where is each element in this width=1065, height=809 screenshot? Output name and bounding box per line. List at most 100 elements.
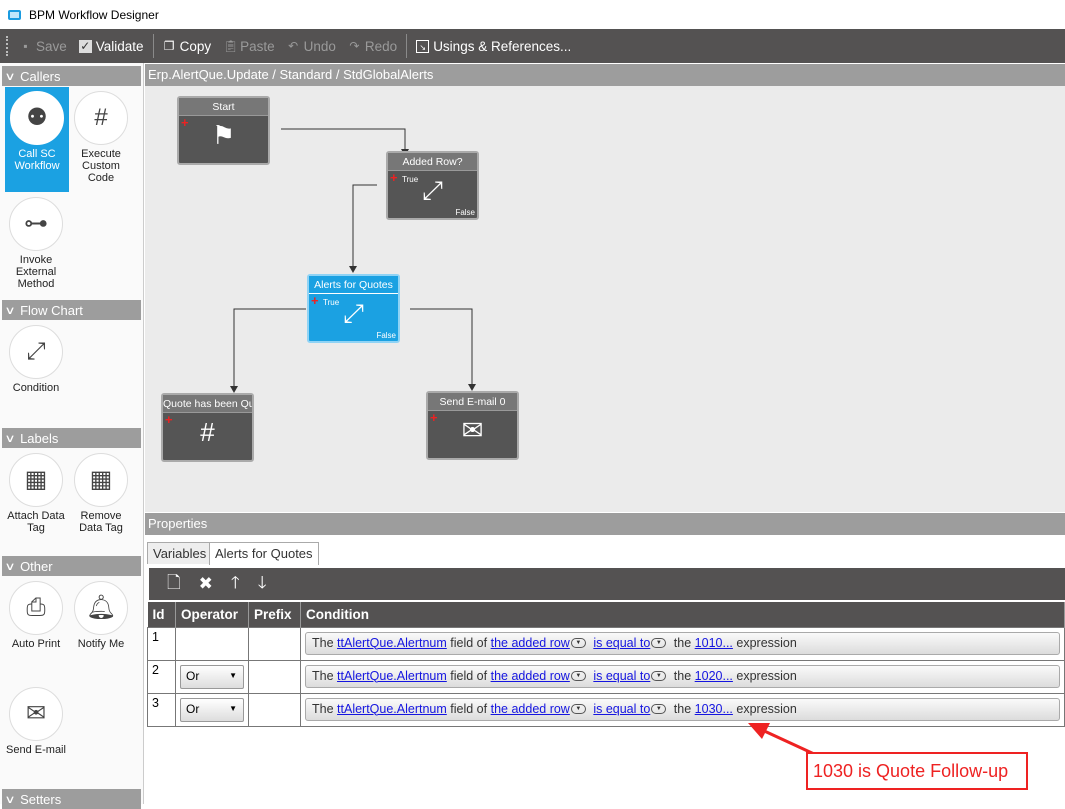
save-icon: ▪	[23, 38, 28, 53]
field-link[interactable]: ttAlertQue.Alertnum	[337, 636, 447, 650]
condition-icon: ⤢	[343, 298, 364, 328]
chevron-down-icon: ∨	[4, 304, 16, 317]
annotation-callout: 1030 is Quote Follow-up	[806, 752, 1028, 790]
section-setters[interactable]: ∨ Setters	[2, 789, 141, 809]
workflow-canvas[interactable]: Start + ⚑ Added Row? + True False ⤢ Alerts for…	[145, 86, 1065, 512]
operator-cell	[175, 626, 249, 661]
operator-select[interactable]: Or	[180, 664, 244, 689]
tool-label: Auto Print	[11, 638, 61, 650]
field-link[interactable]: ttAlertQue.Alertnum	[337, 669, 447, 683]
tool-condition[interactable]: ⤢ Condition	[4, 321, 68, 394]
tool-label: Call SC Workflow	[14, 148, 60, 172]
connectors	[230, 128, 476, 393]
chevron-down-icon: ∨	[4, 560, 16, 573]
envelope-icon: ✉	[461, 415, 484, 445]
tool-invoke-external-method[interactable]: ⊶ Invoke External Method	[4, 193, 68, 290]
new-icon[interactable]: 🗋︎	[167, 570, 181, 599]
validate-button[interactable]: ✓ Validate	[73, 39, 150, 54]
node-start[interactable]: Start + ⚑	[177, 96, 270, 165]
undo-button[interactable]: ↶ Undo	[281, 39, 342, 54]
node-added-row[interactable]: Added Row? + True False ⤢	[386, 151, 479, 220]
section-other[interactable]: ∨ Other	[2, 556, 141, 576]
row-id: 2	[147, 659, 176, 694]
references-icon: ↘	[416, 39, 430, 53]
section-label: Callers	[20, 68, 61, 84]
operator-select[interactable]: Or	[180, 697, 244, 722]
separator	[406, 34, 408, 58]
tool-label: Notify Me	[77, 638, 125, 650]
tool-auto-print[interactable]: ⎙ Auto Print	[4, 577, 68, 650]
tool-send-email[interactable]: ✉ Send E-mail	[4, 683, 68, 756]
copy-icon: ❐	[163, 38, 175, 53]
prefix-cell[interactable]	[248, 659, 301, 694]
condition-icon: ⤢	[9, 325, 63, 379]
row-link[interactable]: the added row	[491, 636, 570, 650]
section-labels[interactable]: ∨ Labels	[2, 428, 141, 448]
operator-link[interactable]: is equal to	[593, 636, 650, 650]
prefix-cell[interactable]	[248, 692, 301, 727]
dropdown-icon[interactable]: ▼	[651, 704, 667, 715]
node-alerts-for-quotes[interactable]: Alerts for Quotes + True False ⤢	[307, 274, 400, 343]
node-title: Quote has been Qu	[163, 395, 252, 413]
text: field of	[450, 668, 488, 683]
false-label: False	[455, 208, 475, 217]
toolbar-grip[interactable]	[6, 36, 9, 56]
value-link[interactable]: 1020...	[695, 669, 733, 683]
table-row[interactable]: 1 The ttAlertQue.Alertnum field of the a…	[147, 626, 1065, 661]
condition-cell: The ttAlertQue.Alertnum field of the add…	[300, 692, 1065, 727]
tool-remove-data-tag[interactable]: ▦ Remove Data Tag	[69, 449, 133, 534]
section-callers[interactable]: ∨ Callers	[2, 66, 141, 86]
connector	[233, 308, 306, 386]
table-row[interactable]: 2 Or The ttAlertQue.Alertnum field of th…	[147, 659, 1065, 694]
paste-button[interactable]: 📋︎ Paste	[217, 39, 281, 54]
paste-icon: 📋︎	[223, 38, 239, 53]
condition-cell: The ttAlertQue.Alertnum field of the add…	[300, 626, 1065, 661]
dropdown-icon[interactable]: ▼	[570, 638, 586, 649]
checkbox-icon: ✓	[78, 38, 92, 53]
redo-icon: ↷	[349, 38, 360, 53]
operator-link[interactable]: is equal to	[593, 702, 650, 716]
value-link[interactable]: 1030...	[695, 702, 733, 716]
text: the	[673, 635, 692, 650]
section-flow-chart[interactable]: ∨ Flow Chart	[2, 300, 141, 320]
dropdown-icon[interactable]: ▼	[651, 671, 667, 682]
operator-link[interactable]: is equal to	[593, 669, 650, 683]
save-button[interactable]: ▪ Save	[13, 39, 73, 54]
tab-alerts-for-quotes[interactable]: Alerts for Quotes	[209, 542, 319, 565]
dropdown-icon[interactable]: ▼	[570, 704, 586, 715]
section-label: Setters	[20, 791, 62, 807]
usings-references-button[interactable]: ↘ Usings & References...	[410, 39, 577, 54]
node-quote-has-been[interactable]: Quote has been Qu + #	[161, 393, 254, 462]
text: expression	[736, 635, 797, 650]
workflow-icon: ⚉	[10, 91, 64, 145]
condition-editor: The ttAlertQue.Alertnum field of the add…	[305, 664, 1060, 688]
row-link[interactable]: the added row	[491, 702, 570, 716]
tool-attach-data-tag[interactable]: ▦ Attach Data Tag	[4, 449, 68, 534]
redo-button[interactable]: ↷ Redo	[342, 39, 403, 54]
tool-call-sc-workflow[interactable]: ⚉ Call SC Workflow	[5, 87, 69, 192]
tab-variables[interactable]: Variables	[147, 542, 213, 564]
condition-cell: The ttAlertQue.Alertnum field of the add…	[300, 659, 1065, 694]
condition-icon: ⤢	[422, 175, 443, 205]
move-up-icon[interactable]: 🡑	[231, 570, 240, 599]
prefix-cell[interactable]	[248, 626, 301, 661]
text: field of	[450, 701, 488, 716]
row-link[interactable]: the added row	[491, 669, 570, 683]
copy-button[interactable]: ❐ Copy	[157, 39, 218, 54]
save-label: Save	[36, 38, 67, 54]
properties-header: Properties	[145, 513, 1065, 535]
conditions-table: Id Operator Prefix Condition 1 The ttAle…	[147, 602, 1065, 727]
dropdown-icon[interactable]: ▼	[570, 671, 586, 682]
text: the	[673, 668, 692, 683]
dropdown-icon[interactable]: ▼	[651, 638, 667, 649]
tool-notify-me[interactable]: 🔔︎ Notify Me	[69, 577, 133, 650]
node-send-email[interactable]: Send E-mail 0 + ✉	[426, 391, 519, 460]
move-down-icon[interactable]: 🡓	[258, 570, 267, 599]
table-row[interactable]: 3 Or The ttAlertQue.Alertnum field of th…	[147, 692, 1065, 727]
chevron-down-icon: ∨	[4, 70, 16, 83]
tool-execute-custom-code[interactable]: # Execute Custom Code	[69, 87, 133, 184]
delete-icon[interactable]: ✖	[199, 574, 213, 594]
field-link[interactable]: ttAlertQue.Alertnum	[337, 702, 447, 716]
validate-label: Validate	[95, 38, 144, 54]
value-link[interactable]: 1010...	[695, 636, 733, 650]
